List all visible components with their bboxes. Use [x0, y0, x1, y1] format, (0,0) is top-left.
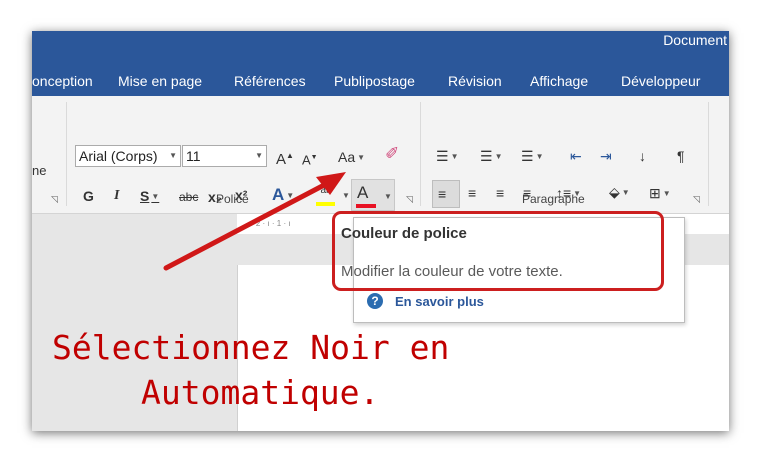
arrow-head-icon [316, 172, 346, 195]
annotation-arrow [163, 172, 346, 271]
instruction-line-1: Sélectionnez Noir en [52, 328, 450, 367]
instruction-line-2: Automatique. [141, 373, 380, 412]
arrow-shaft [163, 180, 331, 271]
